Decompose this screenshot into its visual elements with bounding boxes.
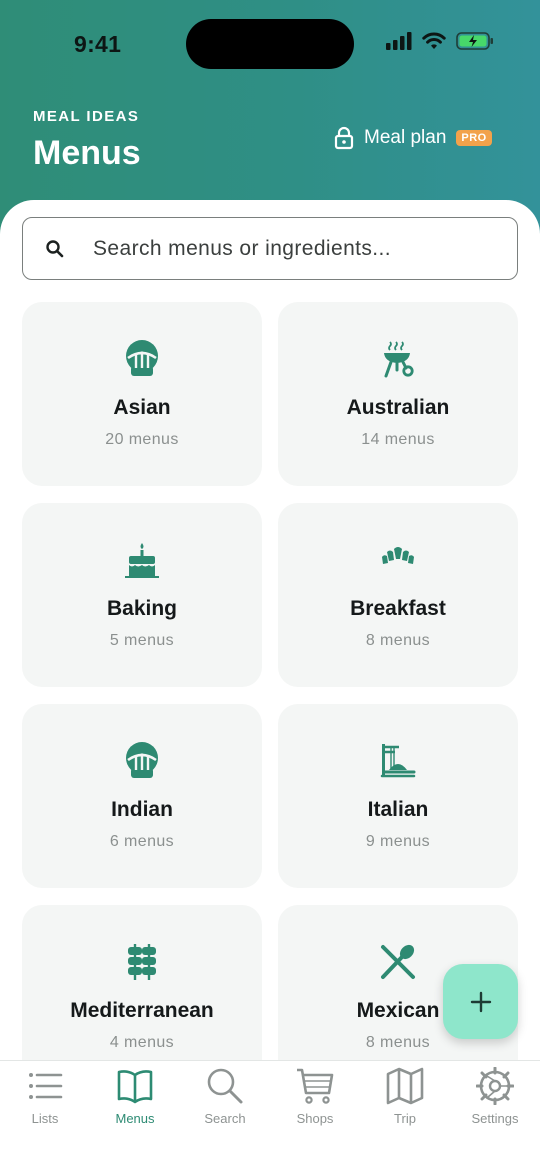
grill-icon [384, 341, 414, 378]
tab-shops[interactable]: Shops [270, 1065, 360, 1129]
search-input[interactable]: Search menus or ingredients... [93, 237, 391, 261]
pasta-icon [380, 744, 416, 778]
tab-settings[interactable]: Settings [450, 1065, 540, 1129]
plus-icon [470, 991, 491, 1012]
wifi-icon [422, 32, 446, 49]
bowl-icon [126, 340, 158, 376]
category-name: Asian [113, 396, 171, 419]
category-count: 8 menus [365, 632, 431, 649]
gear-icon [476, 1067, 514, 1105]
search-field[interactable]: Search menus or ingredients... [22, 217, 518, 280]
list-icon [29, 1073, 63, 1099]
category-card-indian[interactable]: Indian 6 menus [22, 704, 262, 888]
utensils-icon [381, 944, 415, 979]
pro-badge: PRO [456, 130, 492, 146]
tab-search[interactable]: Search [180, 1065, 270, 1129]
status-bar: 9:41 [0, 0, 540, 90]
category-card-australian[interactable]: Australian 14 menus [278, 302, 518, 486]
cart-icon [297, 1068, 334, 1104]
tab-label: Menus [115, 1111, 155, 1126]
tab-menus[interactable]: Menus [90, 1065, 180, 1129]
meal-plan-button[interactable]: Meal plan PRO [334, 124, 492, 152]
category-card-asian[interactable]: Asian 20 menus [22, 302, 262, 486]
category-count: 5 menus [109, 632, 175, 649]
tab-label: Shops [296, 1111, 334, 1126]
meal-plan-label: Meal plan [364, 127, 447, 148]
cake-icon [125, 543, 159, 578]
category-card-italian[interactable]: Italian 9 menus [278, 704, 518, 888]
search-icon [46, 240, 64, 258]
map-icon [386, 1067, 424, 1105]
tab-label: Search [204, 1111, 246, 1126]
page-title: Menus [33, 134, 141, 172]
lock-icon [334, 126, 354, 150]
tab-lists[interactable]: Lists [0, 1065, 90, 1129]
status-icons [386, 32, 494, 50]
category-count: 20 menus [105, 431, 179, 448]
dynamic-island [186, 19, 354, 69]
search-icon [207, 1068, 243, 1104]
kebab-icon [128, 944, 156, 980]
tab-label: Lists [31, 1111, 59, 1126]
category-name: Italian [367, 798, 429, 821]
category-card-breakfast[interactable]: Breakfast 8 menus [278, 503, 518, 687]
category-card-baking[interactable]: Baking 5 menus [22, 503, 262, 687]
category-name: Baking [106, 597, 177, 620]
category-count: 4 menus [109, 1034, 175, 1051]
bowl-icon [126, 742, 158, 778]
tab-bar: Lists Menus Search Shops Trip Settings [0, 1060, 540, 1174]
category-name: Breakfast [350, 597, 446, 620]
eyebrow-label: MEAL IDEAS [33, 108, 140, 125]
category-count: 9 menus [365, 833, 431, 850]
signal-icon [386, 32, 412, 50]
book-icon [117, 1070, 153, 1104]
battery-icon [456, 32, 493, 50]
category-count: 6 menus [109, 833, 175, 850]
category-count: 14 menus [361, 431, 435, 448]
status-time: 9:41 [74, 31, 122, 57]
category-name: Indian [111, 798, 173, 821]
croissant-icon [382, 547, 414, 564]
tab-trip[interactable]: Trip [360, 1065, 450, 1129]
category-name: Australian [346, 396, 450, 419]
tab-label: Trip [394, 1111, 416, 1126]
category-name: Mediterranean [70, 999, 214, 1022]
add-menu-button[interactable] [443, 964, 518, 1039]
tab-label: Settings [471, 1111, 519, 1126]
